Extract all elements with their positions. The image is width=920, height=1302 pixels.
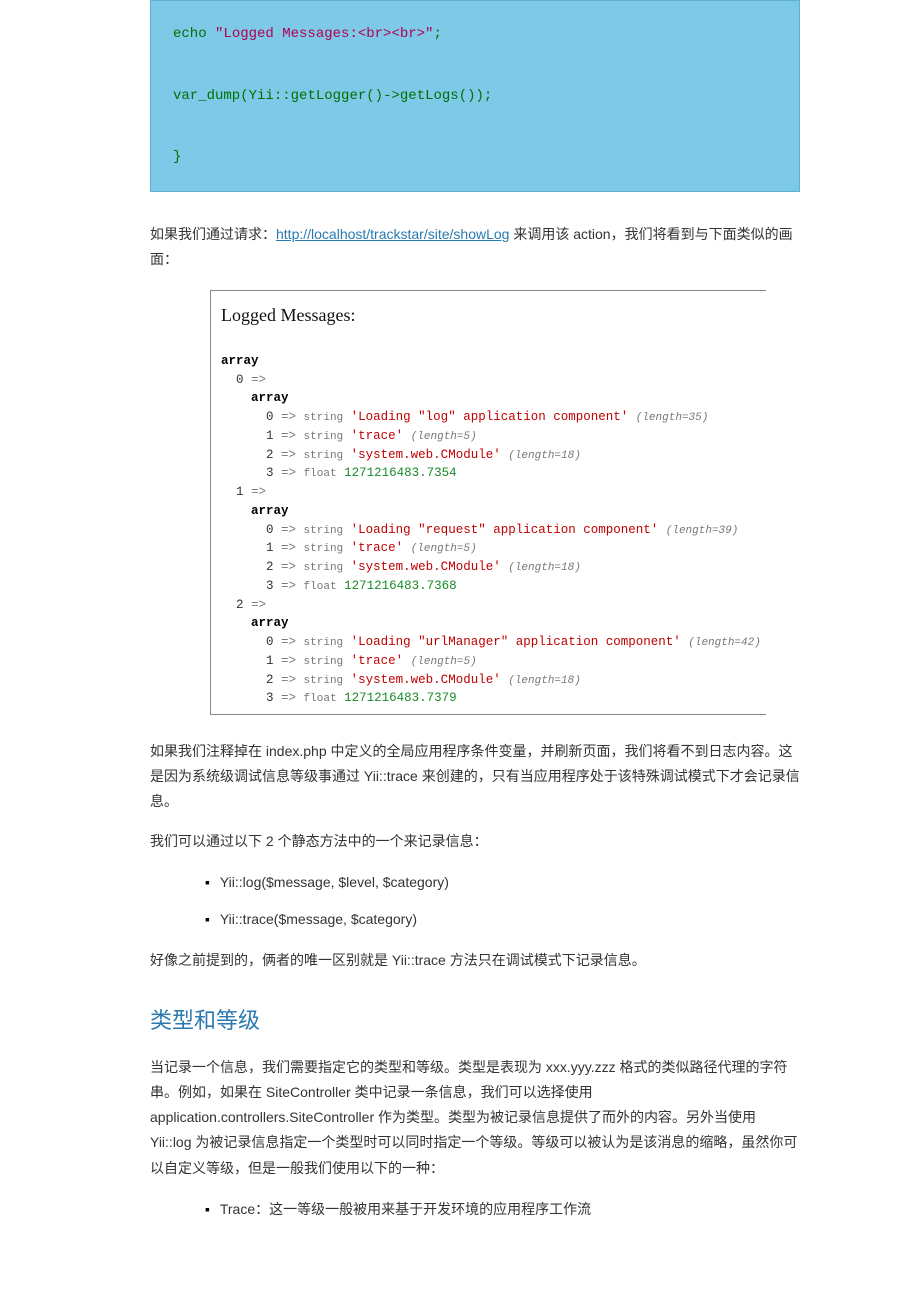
code-fn: var_dump — [173, 88, 240, 104]
text: 如果我们通过请求： — [150, 226, 276, 242]
method-list: Yii::log($message, $level, $category) Yi… — [150, 870, 800, 932]
url-link[interactable]: http://localhost/trackstar/site/showLog — [276, 226, 509, 242]
paragraph-5: 当记录一个信息，我们需要指定它的类型和等级。类型是表现为 xxx.yyy.zzz… — [150, 1055, 800, 1181]
list-item: Yii::log($message, $level, $category) — [205, 870, 800, 895]
code-fn: getLogs — [400, 88, 459, 104]
code-op: ; — [484, 88, 492, 104]
code-text: ()) — [459, 88, 484, 104]
code-block: echo "Logged Messages:<br><br>"; var_dum… — [150, 0, 800, 192]
output-dump: array 0 => array 0 => string 'Loading "l… — [221, 352, 766, 708]
code-op: -> — [383, 88, 400, 104]
code-text: (Yii — [240, 88, 274, 104]
list-item: Yii::trace($message, $category) — [205, 907, 800, 932]
code-string: "Logged Messages:<br><br>" — [215, 26, 433, 42]
code-text: () — [366, 88, 383, 104]
list-item: Trace：这一等级一般被用来基于开发环境的应用程序工作流 — [205, 1197, 800, 1222]
section-heading: 类型和等级 — [150, 1001, 800, 1041]
code-fn: getLogger — [291, 88, 367, 104]
paragraph-4: 好像之前提到的，俩者的唯一区别就是 Yii::trace 方法只在调试模式下记录… — [150, 948, 800, 973]
method-list-2: Trace：这一等级一般被用来基于开发环境的应用程序工作流 — [150, 1197, 800, 1222]
code-op: ; — [433, 26, 441, 42]
code-brace: } — [173, 149, 181, 165]
paragraph-2: 如果我们注释掉在 index.php 中定义的全局应用程序条件变量，并刷新页面，… — [150, 739, 800, 815]
output-header: Logged Messages: — [221, 299, 766, 331]
output-box: Logged Messages: array 0 => array 0 => s… — [210, 290, 766, 715]
paragraph-3: 我们可以通过以下 2 个静态方法中的一个来记录信息： — [150, 829, 800, 854]
code-op: :: — [274, 88, 291, 104]
paragraph-1: 如果我们通过请求：http://localhost/trackstar/site… — [150, 222, 800, 272]
code-keyword: echo — [173, 26, 207, 42]
